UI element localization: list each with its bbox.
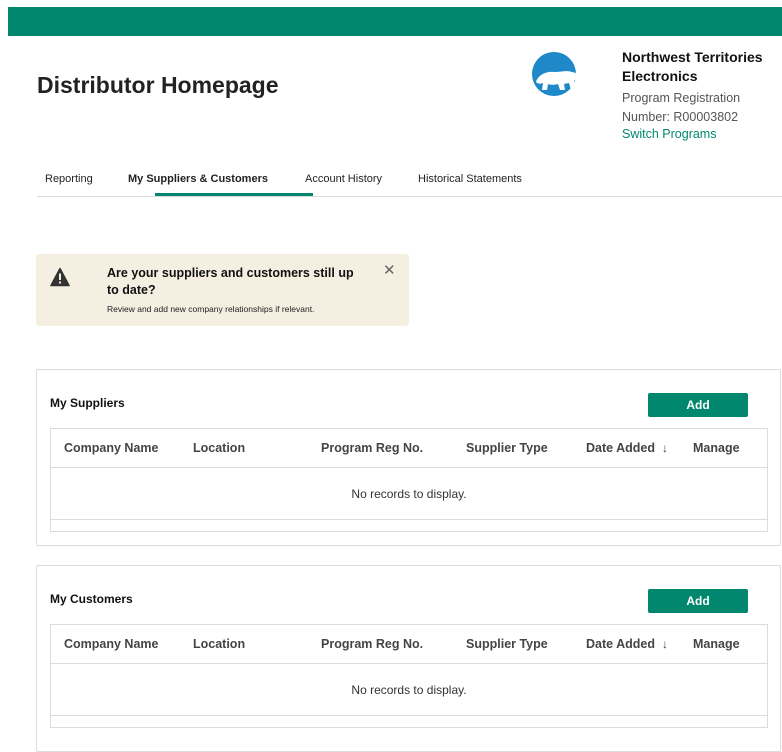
page-title: Distributor Homepage [37,72,279,98]
column-header-manage: Manage [693,637,740,651]
close-icon[interactable]: ✕ [383,263,396,278]
customers-table: Company Name Location Program Reg No. Su… [50,624,768,728]
customers-panel: My Customers Add Company Name Location P… [36,565,781,752]
column-header-company-name[interactable]: Company Name [64,637,158,651]
column-header-date-added-label: Date Added [586,637,655,651]
column-header-program-reg-no[interactable]: Program Reg No. [321,441,423,455]
add-customer-button[interactable]: Add [648,589,748,613]
top-banner [8,7,782,36]
switch-programs-link[interactable]: Switch Programs [622,127,716,141]
arrow-down-icon[interactable]: ↓ [662,441,668,455]
customers-panel-title: My Customers [50,592,133,606]
column-header-location[interactable]: Location [193,637,245,651]
reminder-alert: Are your suppliers and customers still u… [36,254,409,326]
tab-bar: Reporting My Suppliers & Customers Accou… [37,164,782,197]
table-header: Company Name Location Program Reg No. Su… [51,625,767,664]
active-tab-indicator [155,193,313,196]
suppliers-panel-title: My Suppliers [50,396,125,410]
no-records-message: No records to display. [351,683,467,697]
column-header-date-added-label: Date Added [586,441,655,455]
empty-table-row: No records to display. [51,468,767,520]
alert-title: Are your suppliers and customers still u… [107,266,354,297]
polar-bear-logo-icon [532,52,583,96]
column-header-manage: Manage [693,441,740,455]
tab-historical-statements[interactable]: Historical Statements [418,173,522,185]
column-header-date-added[interactable]: Date Added ↓ [586,441,668,455]
alert-message: Review and add new company relationships… [107,304,315,314]
table-header: Company Name Location Program Reg No. Su… [51,429,767,468]
organization-name: Northwest Territories Electronics [622,49,763,84]
column-header-company-name[interactable]: Company Name [64,441,158,455]
tab-account-history[interactable]: Account History [305,173,382,185]
tab-my-suppliers-customers[interactable]: My Suppliers & Customers [128,173,268,185]
program-registration-number: Program Registration Number: R00003802 [622,91,741,124]
suppliers-panel: My Suppliers Add Company Name Location P… [36,369,781,546]
table-footer [51,520,767,531]
suppliers-table: Company Name Location Program Reg No. Su… [50,428,768,532]
column-header-location[interactable]: Location [193,441,245,455]
column-header-supplier-type[interactable]: Supplier Type [466,441,548,455]
add-supplier-button[interactable]: Add [648,393,748,417]
column-header-supplier-type[interactable]: Supplier Type [466,637,548,651]
arrow-down-icon[interactable]: ↓ [662,637,668,651]
column-header-date-added[interactable]: Date Added ↓ [586,637,668,651]
no-records-message: No records to display. [351,487,467,501]
warning-icon [50,267,70,287]
tab-reporting[interactable]: Reporting [45,173,93,185]
empty-table-row: No records to display. [51,664,767,716]
table-footer [51,716,767,727]
column-header-program-reg-no[interactable]: Program Reg No. [321,637,423,651]
